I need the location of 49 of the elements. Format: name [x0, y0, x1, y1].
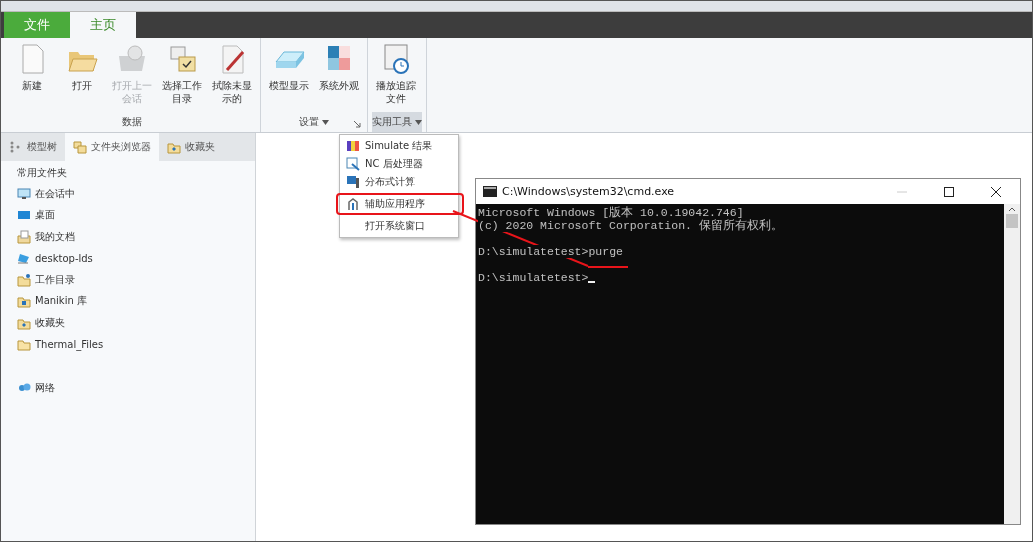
computer-icon: [17, 251, 31, 266]
menu-item[interactable]: 打开系统窗口: [340, 217, 458, 235]
ribbon-button[interactable]: 打开: [58, 42, 106, 112]
navigator-tab[interactable]: 收藏夹: [159, 133, 223, 161]
folder-item[interactable]: 我的文档: [1, 226, 255, 248]
ribbon-tab[interactable]: 主页: [70, 12, 136, 38]
window-title: C:\Windows\system32\cmd.exe: [502, 185, 676, 198]
distributed-icon: [346, 175, 360, 189]
folder-icon: [73, 140, 87, 154]
caret-icon: [415, 119, 422, 125]
folder-icon: [17, 337, 31, 352]
group-label: 数据: [121, 115, 143, 129]
caret-icon: [322, 119, 329, 125]
folder-item[interactable]: desktop-lds: [1, 247, 255, 269]
section-heading: 常用文件夹: [17, 166, 68, 180]
folder-item[interactable]: 收藏夹: [1, 312, 255, 334]
simulate-icon: [346, 139, 360, 153]
menu-item[interactable]: Simulate 结果: [340, 137, 458, 155]
folder-item[interactable]: 桌面: [1, 204, 255, 226]
group-label[interactable]: 实用工具: [372, 112, 422, 132]
folder-icon: [167, 140, 181, 154]
ribbon-button[interactable]: 播放追踪文件: [372, 42, 420, 112]
console-icon: [483, 186, 497, 197]
folder-item[interactable]: 网络: [1, 377, 255, 399]
ribbon-button[interactable]: 模型显示: [265, 42, 313, 112]
menu-item[interactable]: NC 后处理器: [340, 155, 458, 173]
navigator-tab[interactable]: 模型树: [1, 133, 65, 161]
folder-icon: [17, 294, 31, 309]
folder-icon: [17, 229, 31, 244]
ribbon-button[interactable]: 拭除未显示的: [208, 42, 256, 112]
navigator-tab[interactable]: 文件夹浏览器: [65, 133, 159, 161]
group-label[interactable]: 设置: [265, 112, 363, 132]
auxiliary-icon: [346, 197, 360, 211]
scroll-thumb[interactable]: [1006, 214, 1018, 228]
ribbon-button[interactable]: 新建: [8, 42, 56, 112]
menu-item[interactable]: 分布式计算: [340, 173, 458, 191]
launcher-icon[interactable]: [354, 121, 361, 128]
folder-item[interactable]: Thermal_Files: [1, 333, 255, 355]
maximize-icon[interactable]: [943, 185, 955, 198]
ribbon-button[interactable]: 系统外观: [315, 42, 363, 112]
close-icon[interactable]: [990, 185, 1002, 198]
folder-item[interactable]: Manikin 库: [1, 290, 255, 312]
ribbon-button[interactable]: 选择工作目录: [158, 42, 206, 112]
folder-item[interactable]: 在会话中: [1, 183, 255, 205]
folder-icon: [17, 272, 31, 287]
monitor-icon: [17, 186, 31, 201]
menu-item[interactable]: 辅助应用程序: [336, 193, 464, 215]
nc-icon: [346, 157, 360, 171]
folder-item[interactable]: 工作目录: [1, 269, 255, 291]
